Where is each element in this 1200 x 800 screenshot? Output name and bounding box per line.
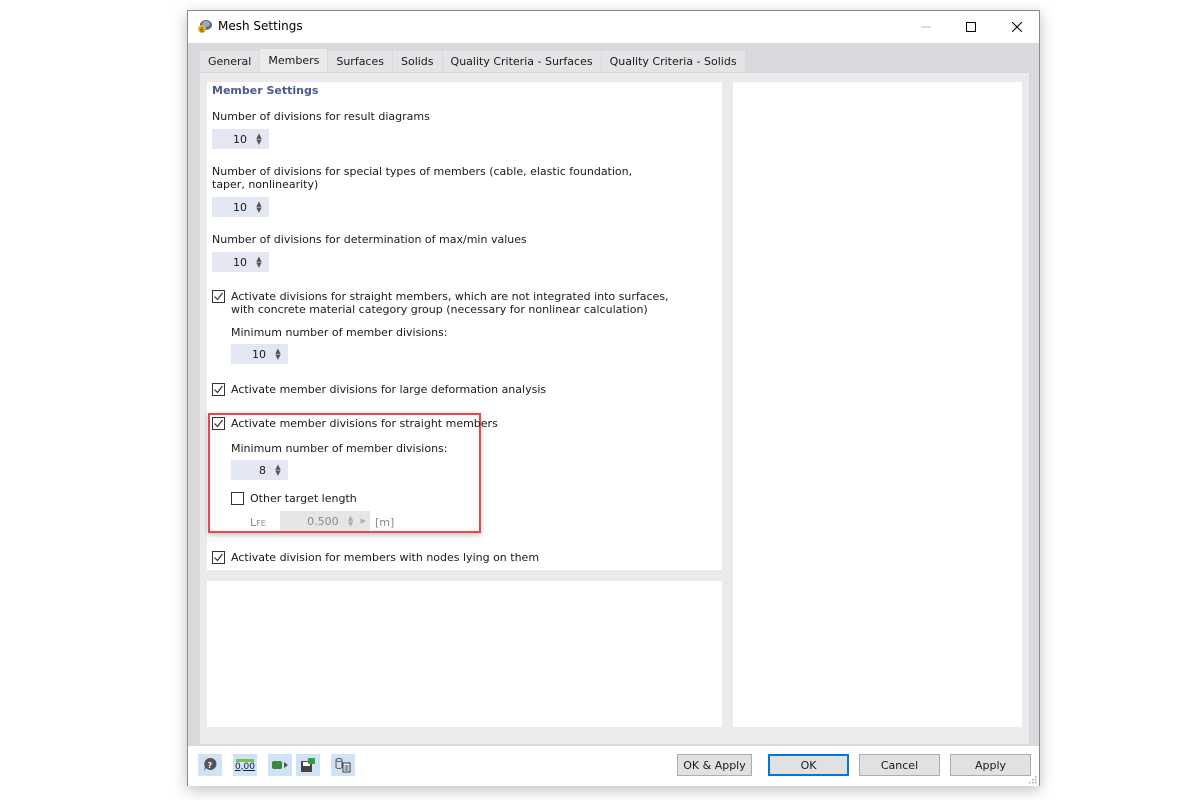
spinner-value: 0.500 [307,514,339,528]
concrete-members-label-line1: Activate divisions for straight members,… [231,290,669,303]
result-diagrams-label: Number of divisions for result diagrams [212,110,430,123]
spinner-value: 10 [233,200,247,214]
straight-members-checkbox[interactable] [212,417,225,430]
save-defaults-icon [301,758,315,772]
tab-bar: General Members Surfaces Solids Quality … [200,49,746,73]
spinner-arrows-icon[interactable]: ▲ ▼ [344,515,358,528]
apply-button[interactable]: Apply [950,754,1031,776]
spinner-value: 10 [252,347,266,361]
copy-settings-button[interactable] [331,754,355,776]
mesh-app-icon: 6 [198,20,212,34]
tab-quality-criteria-surfaces[interactable]: Quality Criteria - Surfaces [442,51,601,72]
nodes-on-members-checkbox[interactable] [212,551,225,564]
tab-quality-criteria-solids[interactable]: Quality Criteria - Solids [601,51,745,72]
title-bar: 6 Mesh Settings [188,11,1039,43]
units-decimal-icon: 0,00 [234,758,256,772]
checkmark-icon [214,292,223,301]
maximize-icon [966,22,976,32]
copy-settings-icon [335,758,351,773]
max-min-label: Number of divisions for determination of… [212,233,527,246]
straight-min-divisions-label: Minimum number of member divisions: [231,442,448,455]
minimize-icon [921,26,931,28]
load-defaults-icon [272,761,288,769]
load-defaults-button[interactable] [268,754,292,776]
max-min-spinner[interactable]: 10 ▲ ▼ [212,252,269,272]
concrete-members-label-line2: with concrete material category group (n… [231,303,648,316]
mesh-settings-dialog: 6 Mesh Settings General Members Surfaces… [187,10,1040,786]
svg-text:?: ? [208,761,213,770]
spinner-arrows-icon[interactable]: ▲ ▼ [271,464,285,477]
help-icon: ? [204,757,217,771]
lfe-unit: [m] [375,516,395,529]
cancel-button[interactable]: Cancel [859,754,940,776]
minimize-button[interactable] [903,11,949,43]
spinner-value: 10 [233,132,247,146]
concrete-members-checkbox[interactable] [212,290,225,303]
resize-grip-icon[interactable] [1027,774,1037,784]
save-defaults-button[interactable] [296,754,320,776]
checkmark-icon [214,553,223,562]
section-title: Member Settings [212,84,319,97]
bottom-bar: ? 0,00 OK & Apply OK Cancel Apply [188,746,1039,786]
ok-apply-button[interactable]: OK & Apply [677,754,752,776]
other-target-length-label: Other target length [250,492,357,505]
tab-members[interactable]: Members [260,49,328,72]
lfe-spinner[interactable]: 0.500 ▲ ▼ ▶ [280,511,370,531]
tab-solids[interactable]: Solids [392,51,442,72]
nodes-on-members-label: Activate division for members with nodes… [231,551,540,564]
concrete-min-divisions-spinner[interactable]: 10 ▲ ▼ [231,344,288,364]
tab-surfaces[interactable]: Surfaces [328,51,392,72]
right-pane [733,82,1022,727]
spinner-arrows-icon[interactable]: ▲ ▼ [252,133,266,146]
spinner-arrows-icon[interactable]: ▲ ▼ [271,348,285,361]
special-types-label-line1: Number of divisions for special types of… [212,165,633,178]
close-button[interactable] [994,11,1040,43]
close-icon [1012,22,1022,32]
maximize-button[interactable] [948,11,994,43]
checkmark-icon [214,419,223,428]
ok-button[interactable]: OK [768,754,849,776]
tab-general[interactable]: General [200,51,260,72]
checkmark-icon [214,385,223,394]
expand-arrow-icon[interactable]: ▶ [361,517,366,525]
straight-members-label: Activate member divisions for straight m… [231,417,498,430]
units-decimal-button[interactable]: 0,00 [233,754,257,776]
large-deformation-label: Activate member divisions for large defo… [231,383,547,396]
lower-pane [207,581,722,727]
special-types-label-line2: taper, nonlinearity) [212,178,319,191]
result-diagrams-spinner[interactable]: 10 ▲ ▼ [212,129,269,149]
concrete-min-divisions-label: Minimum number of member divisions: [231,326,448,339]
straight-min-divisions-spinner[interactable]: 8 ▲ ▼ [231,460,288,480]
svg-text:6: 6 [200,27,204,34]
window-title: Mesh Settings [218,19,303,33]
lfe-symbol-subscript: FE [256,519,266,528]
special-types-spinner[interactable]: 10 ▲ ▼ [212,197,269,217]
large-deformation-checkbox[interactable] [212,383,225,396]
spinner-arrows-icon[interactable]: ▲ ▼ [252,256,266,269]
spinner-value: 8 [259,463,266,477]
units-icon-text: 0,00 [234,761,256,772]
spinner-value: 10 [233,255,247,269]
other-target-length-checkbox[interactable] [231,492,244,505]
help-button[interactable]: ? [198,754,222,776]
spinner-arrows-icon[interactable]: ▲ ▼ [252,201,266,214]
lfe-symbol: LFE [250,516,266,530]
